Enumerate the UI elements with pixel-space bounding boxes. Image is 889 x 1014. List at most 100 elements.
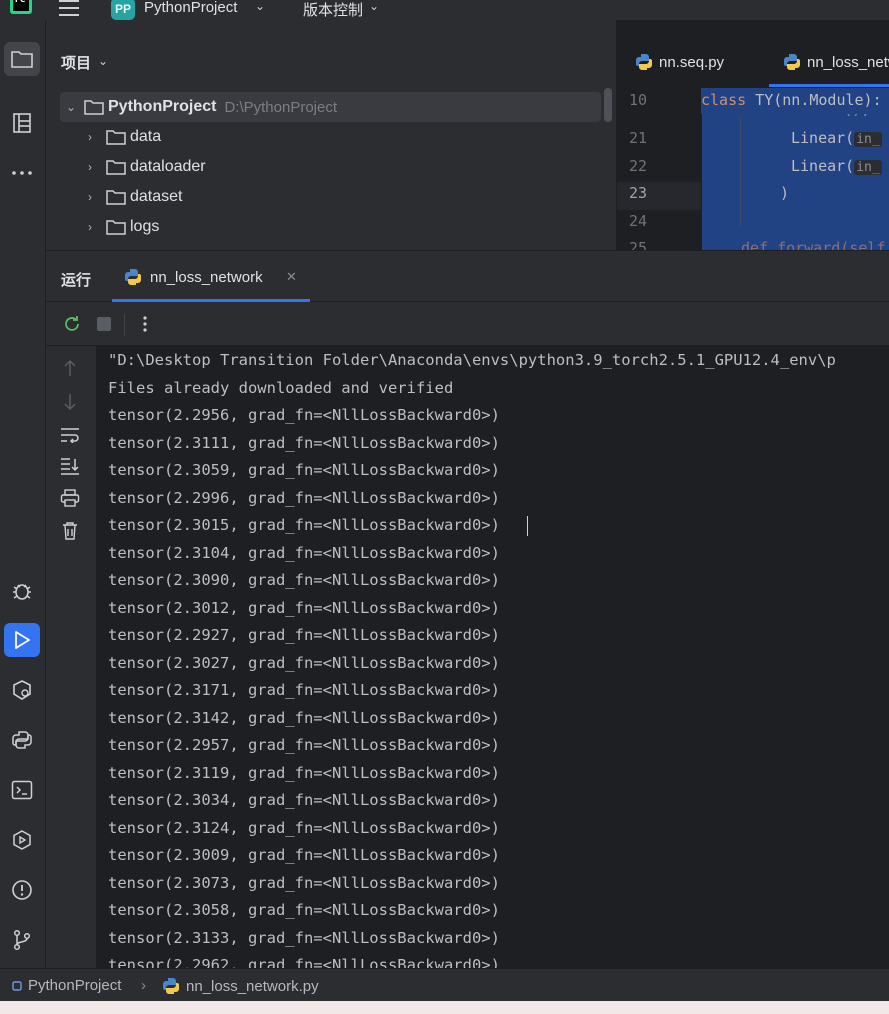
rerun-icon[interactable] [62, 314, 82, 334]
project-panel-title[interactable]: 项目 [61, 52, 91, 73]
run-tab-bar: 运行 nn_loss_network ✕ [46, 250, 889, 302]
line-number: 10 [629, 91, 648, 109]
code-line: ) [780, 184, 790, 202]
tree-item-logs[interactable]: › logs [88, 212, 167, 242]
code-line: Linear(in_ [791, 129, 882, 147]
editor: nn.seq.py nn_loss_network.py 10 21 22 23… [616, 20, 889, 250]
soft-wrap-icon[interactable] [60, 425, 80, 445]
vcs-menu[interactable]: 版本控制 [303, 0, 363, 20]
more-options-icon[interactable] [135, 314, 155, 334]
run-icon[interactable] [4, 623, 40, 657]
sticky-line: class TY(nn.Module): [701, 88, 889, 114]
os-taskbar [0, 1001, 889, 1014]
breadcrumb-separator-icon: › [141, 977, 146, 994]
line-number: 25 [629, 239, 648, 250]
chevron-down-icon[interactable]: ⌄ [66, 100, 84, 114]
console-line: tensor(2.3119, grad_fn=<NllLossBackward0… [108, 763, 500, 782]
structure-icon[interactable] [4, 106, 40, 140]
tree-item-root[interactable]: ⌄ PythonProject D:\PythonProject [66, 92, 337, 122]
line-number: 23 [629, 184, 648, 202]
folder-icon [106, 130, 126, 145]
main-menu-icon[interactable] [59, 0, 79, 16]
folder-icon [106, 160, 126, 175]
console-side-toolbar [46, 346, 96, 968]
editor-gutter: 10 21 22 23 24 25 [617, 88, 701, 250]
chevron-down-icon[interactable]: ⌄ [369, 0, 379, 13]
pycharm-logo-icon: PC [10, 0, 32, 14]
problems-icon[interactable] [4, 873, 40, 907]
console-line: tensor(2.2957, grad_fn=<NllLossBackward0… [108, 736, 500, 754]
folder-icon [84, 100, 104, 115]
console-line: tensor(2.2927, grad_fn=<NllLossBackward0… [108, 626, 500, 644]
git-icon[interactable] [4, 923, 40, 957]
console-line: tensor(2.3142, grad_fn=<NllLossBackward0… [108, 708, 500, 727]
python-console-icon[interactable] [4, 723, 40, 757]
run-tab-nn-loss-network[interactable]: nn_loss_network [124, 265, 263, 289]
project-badge[interactable]: PP [111, 0, 135, 20]
arrow-down-icon[interactable] [60, 392, 80, 412]
console-line: tensor(2.3015, grad_fn=<NllLossBackward0… [108, 516, 500, 534]
status-bar: PythonProject › nn_loss_network.py [0, 968, 889, 1001]
line-number: 21 [629, 129, 648, 147]
code-line: def forward(self [741, 239, 886, 250]
chevron-down-icon[interactable]: ⌄ [98, 54, 108, 68]
chevron-right-icon[interactable]: › [88, 220, 106, 234]
close-icon[interactable]: ✕ [286, 269, 297, 285]
folder-icon [106, 220, 126, 235]
chevron-down-icon[interactable]: ⌄ [255, 0, 265, 13]
editor-tab-bar: nn.seq.py nn_loss_network.py [617, 20, 889, 88]
console-line: tensor(2.3012, grad_fn=<NllLossBackward0… [108, 598, 500, 617]
python-file-icon [163, 978, 179, 994]
project-switcher[interactable]: PythonProject [144, 0, 237, 16]
console-line: tensor(2.2956, grad_fn=<NllLossBackward0… [108, 406, 500, 424]
trash-icon[interactable] [60, 521, 80, 541]
console-line: tensor(2.3073, grad_fn=<NllLossBackward0… [108, 873, 500, 892]
console-line: tensor(2.3111, grad_fn=<NllLossBackward0… [108, 433, 500, 452]
console-line: tensor(2.2962, grad_fn=<NllLossBackward0… [108, 956, 500, 968]
terminal-icon[interactable] [4, 773, 40, 807]
tree-item-dataloader[interactable]: › dataloader [88, 152, 214, 182]
run-tool-window: 运行 nn_loss_network ✕ "D:\Desktop Transit… [46, 250, 889, 968]
console-line: tensor(2.3059, grad_fn=<NllLossBackward0… [108, 461, 500, 479]
console-line: tensor(2.3027, grad_fn=<NllLossBackward0… [108, 653, 500, 672]
console-line: tensor(2.3034, grad_fn=<NllLossBackward0… [108, 791, 500, 809]
line-number: 24 [629, 212, 648, 230]
project-panel: 项目 ⌄ ⌄ PythonProject D:\PythonProject › … [46, 20, 616, 250]
project-scrollbar[interactable] [604, 88, 612, 122]
debug-icon[interactable] [4, 573, 40, 607]
tree-item-dataset[interactable]: › dataset [88, 182, 190, 212]
param-hint: in_ [854, 160, 882, 175]
code-area[interactable]: Flatten(), Linear(in_ Linear(in_ ) def f… [701, 88, 889, 250]
console-line: tensor(2.3124, grad_fn=<NllLossBackward0… [108, 818, 500, 837]
chevron-right-icon[interactable]: › [88, 190, 106, 204]
line-number: 22 [629, 157, 648, 175]
chevron-right-icon[interactable]: › [88, 130, 106, 144]
console-line: "D:\Desktop Transition Folder\Anaconda\e… [108, 351, 836, 369]
code-line: Linear(in_ [791, 157, 882, 175]
more-icon[interactable] [4, 156, 40, 190]
breadcrumb-project[interactable]: PythonProject [12, 977, 121, 994]
console-output[interactable]: "D:\Desktop Transition Folder\Anaconda\e… [96, 346, 889, 968]
console-line: tensor(2.3171, grad_fn=<NllLossBackward0… [108, 681, 500, 699]
arrow-up-icon[interactable] [60, 358, 80, 378]
run-toolbar [46, 302, 889, 346]
chevron-right-icon[interactable]: › [88, 160, 106, 174]
left-tool-strip [0, 20, 46, 968]
python-packages-icon[interactable] [4, 673, 40, 707]
folder-icon[interactable] [4, 42, 40, 76]
print-icon[interactable] [60, 488, 80, 508]
breadcrumb-file[interactable]: nn_loss_network.py [162, 977, 319, 995]
param-hint: in_ [854, 132, 882, 147]
python-file-icon [784, 54, 800, 70]
tree-item-data[interactable]: › data [88, 122, 169, 152]
run-window-title: 运行 [61, 271, 92, 289]
tab-nn-seq[interactable]: nn.seq.py [635, 50, 724, 74]
services-icon[interactable] [4, 823, 40, 857]
stop-icon[interactable] [94, 314, 114, 334]
scroll-to-end-icon[interactable] [60, 456, 80, 476]
folder-icon [106, 190, 126, 205]
python-file-icon [636, 54, 652, 70]
text-caret [527, 516, 528, 536]
console-line: tensor(2.3058, grad_fn=<NllLossBackward0… [108, 901, 500, 919]
tab-nn-loss-network[interactable]: nn_loss_network.py [783, 50, 889, 74]
